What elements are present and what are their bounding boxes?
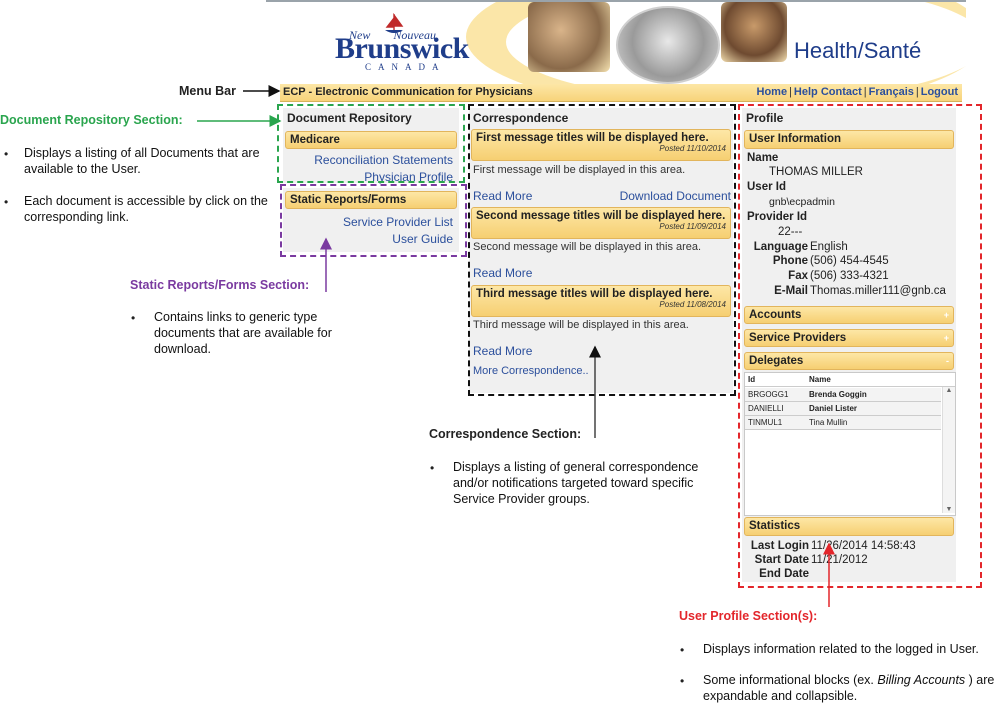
- bullet-icon: •: [680, 643, 685, 657]
- profile-bullet-2: Some informational blocks (ex. Billing A…: [703, 673, 995, 703]
- bullet-icon: •: [4, 195, 9, 209]
- profile-bullet-1: Displays information related to the logg…: [703, 642, 979, 656]
- doc-repo-bullet-2: Each document is accessible by click on …: [24, 194, 268, 224]
- doc-repo-bullet-1: Displays a listing of all Documents that…: [24, 146, 260, 176]
- bullet-icon: •: [680, 674, 685, 688]
- profile-annotation-title: User Profile Section(s):: [679, 609, 818, 623]
- bullet-icon: •: [4, 147, 9, 161]
- correspondence-annotation-title: Correspondence Section:: [429, 427, 582, 441]
- bullet-icon: •: [131, 311, 136, 325]
- bullet-icon: •: [430, 461, 435, 475]
- menu-bar-annotation: Menu Bar: [179, 84, 236, 98]
- static-reports-bullet-1: Contains links to generic type documents…: [154, 310, 332, 356]
- doc-repo-annotation-title: Document Repository Section:: [0, 113, 183, 127]
- static-reports-annotation-title: Static Reports/Forms Section:: [130, 278, 310, 292]
- annotation-arrows: [197, 85, 835, 607]
- correspondence-bullet-1: Displays a listing of general correspond…: [453, 460, 699, 506]
